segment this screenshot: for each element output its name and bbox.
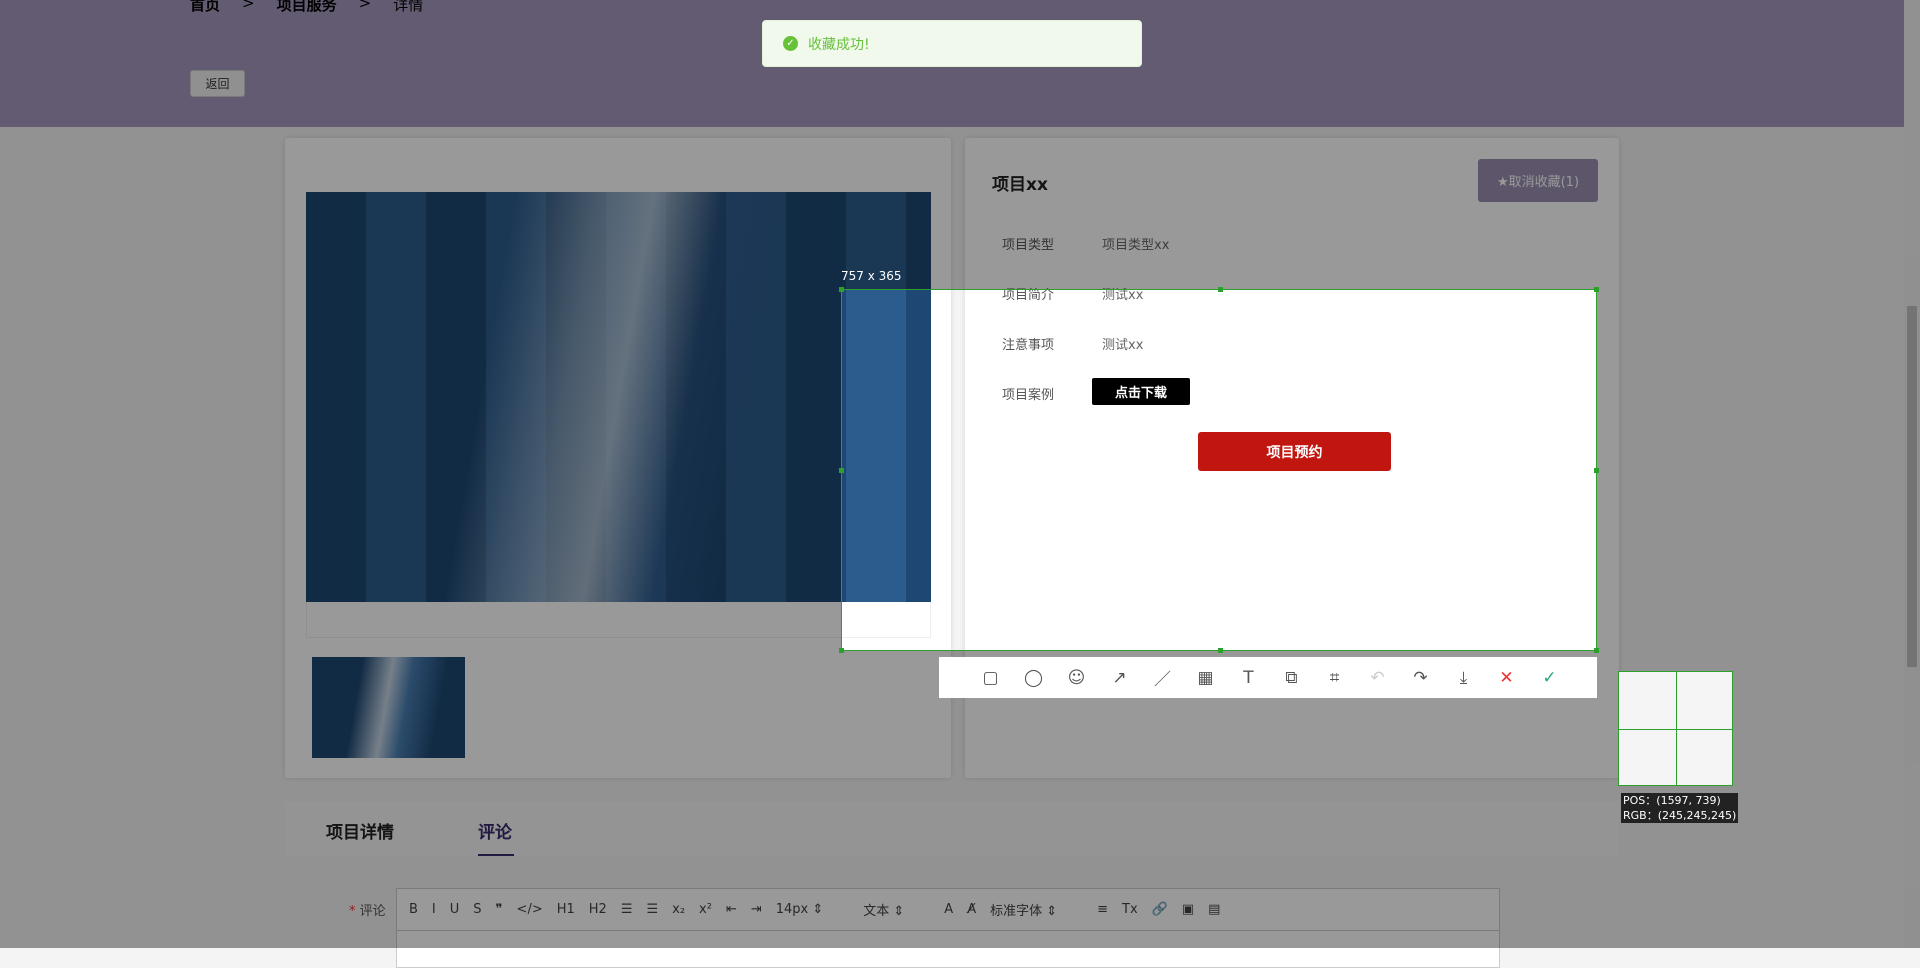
resize-handle[interactable] [839,287,844,292]
ocr-icon[interactable]: ⌗ [1313,668,1356,688]
resize-handle[interactable] [1594,287,1599,292]
circle-icon[interactable]: ◯ [1012,668,1055,688]
check-circle-icon: ✓ [783,36,798,51]
pen-icon[interactable]: ／ [1141,665,1184,690]
share-icon[interactable]: ↷ [1399,668,1442,688]
resize-handle[interactable] [1594,648,1599,653]
emoji-icon[interactable]: ☺ [1055,668,1098,688]
pos-readout: POS：(1597, 739) [1623,794,1721,807]
success-toast: ✓ 收藏成功! [762,20,1142,67]
cancel-icon[interactable]: ✕ [1485,668,1528,688]
undo-icon[interactable]: ↶ [1356,668,1399,688]
selection-size-label: 757 x 365 [841,269,902,283]
magnifier [1618,671,1733,786]
resize-handle[interactable] [1218,648,1223,653]
save-icon[interactable]: ⤓ [1442,668,1485,688]
capture-selection[interactable] [839,287,1599,653]
text-icon[interactable]: T [1227,668,1270,688]
resize-handle[interactable] [1218,287,1223,292]
capture-toolbar: ▢ ◯ ☺ ↗ ／ ▦ T ⧉ ⌗ ↶ ↷ ⤓ ✕ ✓ [939,657,1597,698]
copy-icon[interactable]: ⧉ [1270,668,1313,688]
rectangle-icon[interactable]: ▢ [969,668,1012,688]
arrow-icon[interactable]: ↗ [1098,668,1141,688]
pixel-info: POS：(1597, 739) RGB：(245,245,245) [1621,793,1739,823]
rgb-readout: RGB：(245,245,245) [1623,809,1737,822]
confirm-icon[interactable]: ✓ [1528,668,1571,688]
resize-handle[interactable] [839,468,844,473]
toast-text: 收藏成功! [808,36,870,53]
resize-handle[interactable] [839,648,844,653]
dim-overlay [0,289,841,651]
resize-handle[interactable] [1594,468,1599,473]
mosaic-icon[interactable]: ▦ [1184,668,1227,688]
dim-overlay [1597,289,1920,651]
